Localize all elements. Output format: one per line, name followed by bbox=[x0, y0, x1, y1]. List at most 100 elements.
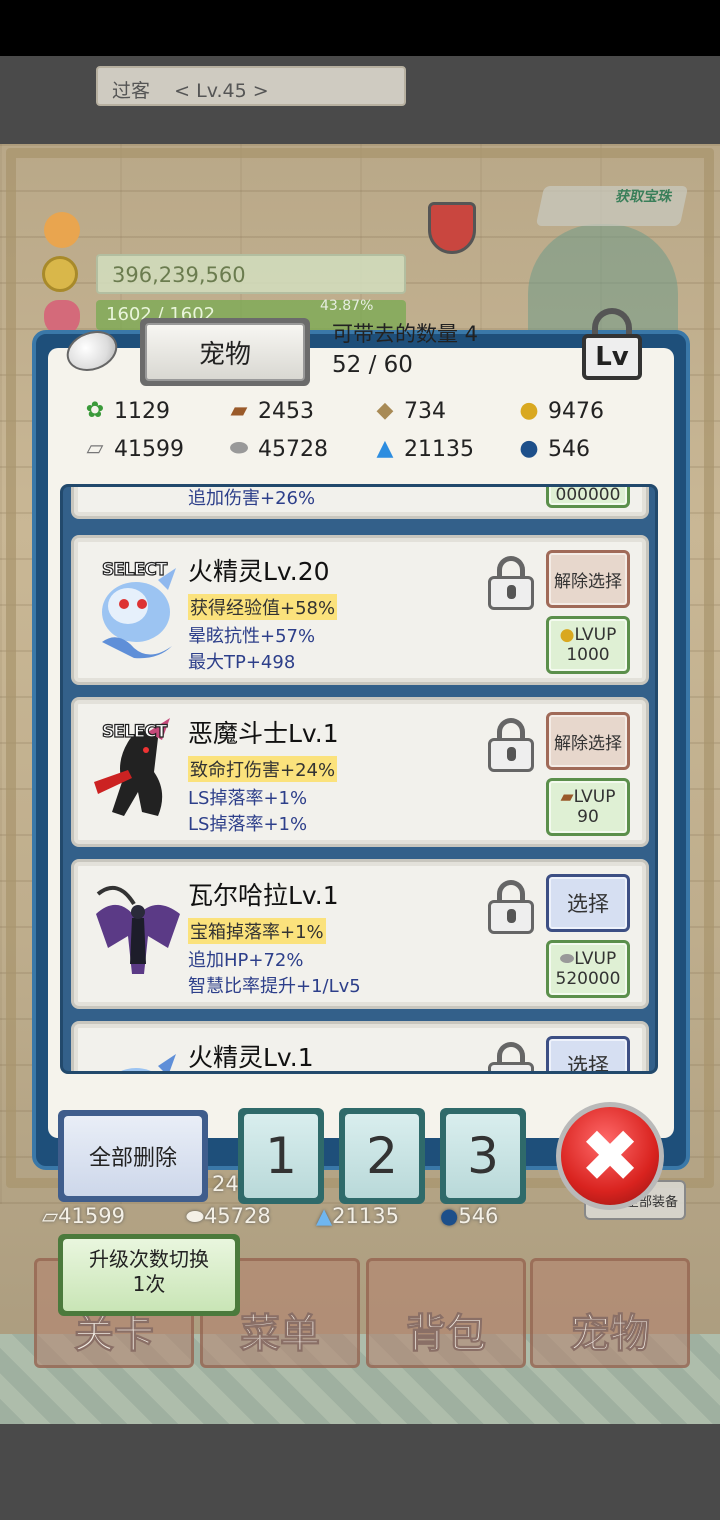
fire-spirit-sprite bbox=[121, 1054, 176, 1071]
upgrade-toggle-label: 升级次数切换 1次 bbox=[63, 1239, 235, 1311]
nav-backpack[interactable]: 背包 bbox=[366, 1258, 526, 1368]
lvup-button[interactable]: ⬬LVUP 520000 bbox=[546, 940, 630, 998]
lvup-cost: 90 bbox=[577, 807, 599, 827]
close-button[interactable]: ✖ bbox=[556, 1102, 664, 1210]
plank-icon: ◆ bbox=[376, 398, 394, 423]
resource-value: 1129 bbox=[114, 398, 170, 424]
resource-orb: ● 546 bbox=[514, 436, 590, 462]
lv-label: Lv bbox=[582, 334, 642, 380]
modal-title: 宠物 bbox=[145, 323, 305, 381]
pet-stat: LS掉落率+1% bbox=[188, 788, 308, 809]
pet-stat-highlight: 获得经验值+58% bbox=[188, 594, 338, 620]
select-button[interactable]: 选择 bbox=[546, 874, 630, 932]
pet-card-partial[interactable]: 追加伤害+26% 000000 bbox=[71, 485, 649, 519]
nav-pet[interactable]: 宠物 bbox=[530, 1258, 690, 1368]
get-gem-button[interactable]: 获取宝珠 bbox=[535, 186, 689, 226]
lock-icon[interactable] bbox=[488, 718, 534, 772]
lvup-button[interactable]: ▰LVUP 90 bbox=[546, 778, 630, 836]
pet-name: 恶魔斗士Lv.1 bbox=[188, 719, 339, 748]
oil-drop-icon: ● bbox=[559, 625, 575, 645]
pet-name: 火精灵Lv.20 bbox=[188, 557, 330, 586]
resource-oil: ● 9476 bbox=[514, 398, 604, 424]
pet-stat: LS掉落率+1% bbox=[188, 814, 308, 835]
pet-name: 火精灵Lv.1 bbox=[188, 1043, 314, 1072]
blue-flame-icon: ▲ bbox=[316, 1204, 333, 1228]
gold-counter: 396,239,560 bbox=[96, 254, 406, 294]
slot-3-button[interactable]: 3 bbox=[440, 1108, 526, 1204]
pet-stat: 最大TP+498 bbox=[188, 652, 296, 673]
resource-value: 734 bbox=[404, 398, 446, 424]
lvup-label: ▰LVUP bbox=[549, 787, 627, 807]
lock-icon[interactable] bbox=[488, 556, 534, 610]
resource-value: 21135 bbox=[404, 436, 474, 462]
slot-label: 1 bbox=[244, 1114, 318, 1198]
upgrade-count-toggle[interactable]: 升级次数切换 1次 bbox=[58, 1234, 240, 1316]
pet-list[interactable]: 追加伤害+26% 000000 SELECT 火精灵Lv.20 获得经验值+58… bbox=[60, 484, 658, 1074]
player-name-bar: 过客 < Lv.45 > bbox=[96, 66, 406, 106]
lock-icon[interactable] bbox=[488, 880, 534, 934]
shield-icon[interactable] bbox=[428, 202, 476, 254]
valhalla-dragon-sprite bbox=[96, 885, 180, 974]
lvup-text: LVUP bbox=[574, 949, 617, 969]
pet-stat: 晕眩抗性+57% bbox=[188, 626, 316, 647]
slot-2-button[interactable]: 2 bbox=[339, 1108, 425, 1204]
resource-iron: ▱ 41599 bbox=[80, 436, 184, 462]
iron-bar-icon: ▱ bbox=[86, 436, 104, 461]
selected-tag: SELECT bbox=[101, 559, 168, 580]
stone-icon: ⬬ bbox=[559, 949, 575, 969]
delete-all-button[interactable]: 全部删除 bbox=[58, 1110, 208, 1202]
status-bar bbox=[0, 0, 720, 56]
lvup-cost: 000000 bbox=[555, 485, 621, 505]
lvup-label: ⬬LVUP bbox=[549, 949, 627, 969]
resource-flame-under: ▲21135 bbox=[316, 1204, 399, 1228]
pet-stat-highlight: 致命打伤害+24% bbox=[188, 756, 338, 782]
gold-coin-icon bbox=[42, 256, 78, 292]
resource-value: 2453 bbox=[258, 398, 314, 424]
select-button[interactable]: 选择 bbox=[546, 1036, 630, 1071]
resource-orb-under: ●546 bbox=[440, 1204, 498, 1228]
resource-value: 9476 bbox=[548, 398, 604, 424]
deselect-button[interactable]: 解除选择 bbox=[546, 712, 630, 770]
resource-value: 41599 bbox=[58, 1204, 125, 1228]
pet-card[interactable]: SELECT 恶魔斗士Lv.1 致命打伤害+24% LS掉落率+1% LS掉落率… bbox=[71, 697, 649, 847]
exp-percent: 43.87% bbox=[320, 298, 374, 314]
slot-label: 2 bbox=[345, 1114, 419, 1198]
resource-value: 45728 bbox=[203, 1204, 271, 1228]
resource-wood: ▰ 2453 bbox=[224, 398, 314, 424]
resource-value: 45728 bbox=[258, 436, 328, 462]
slot-1-button[interactable]: 1 bbox=[238, 1108, 324, 1204]
pet-stat-highlight: 宝箱掉落率+1% bbox=[188, 918, 326, 944]
resource-value: 546 bbox=[548, 436, 590, 462]
pet-count: 52 / 60 bbox=[332, 352, 413, 378]
level-lock-button[interactable]: Lv bbox=[580, 308, 650, 382]
lvup-cost: 1000 bbox=[566, 645, 610, 665]
close-icon: ✖ bbox=[579, 1114, 641, 1198]
lock-icon[interactable] bbox=[488, 1042, 534, 1071]
lvup-cost: 520000 bbox=[555, 969, 621, 989]
resource-partial: 24 bbox=[212, 1172, 239, 1196]
resource-plank: ◆ 734 bbox=[370, 398, 446, 424]
lvup-text: LVUP bbox=[573, 787, 616, 807]
blue-orb-icon: ● bbox=[440, 1204, 459, 1228]
lvup-button[interactable]: ●LVUP 1000 bbox=[546, 616, 630, 674]
blue-orb-icon: ● bbox=[519, 436, 539, 461]
delete-all-label: 全部删除 bbox=[64, 1116, 202, 1196]
deselect-button[interactable]: 解除选择 bbox=[546, 550, 630, 608]
upgrade-line1: 升级次数切换 bbox=[89, 1247, 209, 1271]
pet-stat: 追加伤害+26% bbox=[188, 488, 316, 509]
stone-icon: ⬬ bbox=[229, 436, 249, 461]
pet-card[interactable]: SELECT 火精灵Lv.20 获得经验值+58% 晕眩抗性+57% 最大TP+… bbox=[71, 535, 649, 685]
blue-flame-icon: ▲ bbox=[376, 436, 394, 461]
resource-value: 21135 bbox=[332, 1204, 399, 1228]
wood-log-icon: ▰ bbox=[230, 398, 248, 423]
resource-flame: ▲ 21135 bbox=[370, 436, 474, 462]
wood-log-icon: ▰ bbox=[560, 787, 574, 807]
lvup-button[interactable]: 000000 bbox=[546, 485, 630, 508]
pet-card[interactable]: 火精灵Lv.1 选择 bbox=[71, 1021, 649, 1072]
slot-label: 3 bbox=[446, 1114, 520, 1198]
pet-card[interactable]: 瓦尔哈拉Lv.1 宝箱掉落率+1% 追加HP+72% 智慧比率提升+1/Lv5 … bbox=[71, 859, 649, 1009]
selected-tag: SELECT bbox=[101, 721, 168, 742]
lvup-text: LVUP bbox=[574, 625, 617, 645]
oil-drop-icon: ● bbox=[519, 398, 539, 423]
pet-name: 瓦尔哈拉Lv.1 bbox=[188, 881, 339, 910]
